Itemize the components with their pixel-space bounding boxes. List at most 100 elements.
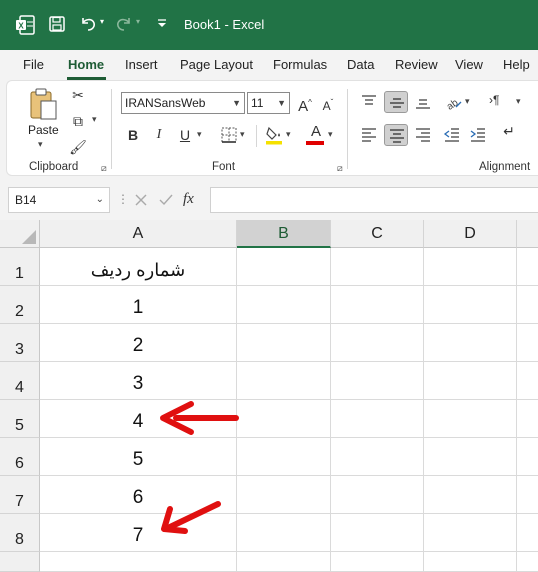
customize-qat-icon[interactable] xyxy=(156,17,168,29)
cell-b8[interactable] xyxy=(237,514,331,552)
save-icon[interactable] xyxy=(48,15,66,33)
column-header-d[interactable]: D xyxy=(424,220,517,248)
tab-home[interactable]: Home xyxy=(68,57,104,72)
cell-d8[interactable] xyxy=(424,514,517,552)
cell-d6[interactable] xyxy=(424,438,517,476)
orientation-dropdown-icon[interactable]: ▾ xyxy=(465,96,470,107)
worksheet-grid[interactable]: A B C D 1 شماره ردیف 2 1 3 2 4 3 5 4 6 5 7 6 8 7 xyxy=(0,220,538,572)
paste-icon[interactable] xyxy=(27,87,59,121)
cell-e9[interactable] xyxy=(517,552,538,572)
formula-input[interactable] xyxy=(210,187,538,213)
tab-formulas[interactable]: Formulas xyxy=(273,57,327,72)
wrap-text-icon[interactable]: ↵ xyxy=(499,123,519,140)
undo-dropdown-icon[interactable]: ▾ xyxy=(100,17,104,26)
cell-b5[interactable] xyxy=(237,400,331,438)
cell-b3[interactable] xyxy=(237,324,331,362)
align-top-icon[interactable] xyxy=(360,94,378,110)
font-color-icon[interactable]: A xyxy=(307,123,325,140)
row-header[interactable]: 4 xyxy=(0,362,40,400)
tab-insert[interactable]: Insert xyxy=(125,57,158,72)
cell-e2[interactable] xyxy=(517,286,538,324)
paste-dropdown-icon[interactable]: ▾ xyxy=(38,139,43,150)
tab-file[interactable]: File xyxy=(23,57,44,72)
decrease-font-size-icon[interactable]: Aˇ xyxy=(318,92,338,117)
cell-d7[interactable] xyxy=(424,476,517,514)
cell-a8[interactable]: 7 xyxy=(40,514,237,552)
cell-c8[interactable] xyxy=(331,514,424,552)
cell-a3[interactable]: 2 xyxy=(40,324,237,362)
orientation-icon[interactable]: ab xyxy=(443,93,463,111)
cell-c5[interactable] xyxy=(331,400,424,438)
column-header-c[interactable]: C xyxy=(331,220,424,248)
select-all-button[interactable] xyxy=(0,220,40,248)
underline-icon[interactable]: U xyxy=(176,124,194,146)
clipboard-launcher-icon[interactable]: ⧄ xyxy=(101,163,107,174)
cell-d5[interactable] xyxy=(424,400,517,438)
row-header[interactable]: 1 xyxy=(0,248,40,286)
decrease-indent-icon[interactable] xyxy=(443,127,461,143)
cell-d3[interactable] xyxy=(424,324,517,362)
cell-e5[interactable] xyxy=(517,400,538,438)
cell-a5[interactable]: 4 xyxy=(40,400,237,438)
cell-e4[interactable] xyxy=(517,362,538,400)
cell-c6[interactable] xyxy=(331,438,424,476)
cell-e7[interactable] xyxy=(517,476,538,514)
bold-icon[interactable]: B xyxy=(124,124,142,146)
font-name-combo[interactable]: IRANSansWeb ▼ xyxy=(121,92,245,114)
cell-a6[interactable]: 5 xyxy=(40,438,237,476)
align-left-icon[interactable] xyxy=(360,127,378,143)
copy-icon[interactable]: ⧉ xyxy=(67,110,89,132)
tab-data[interactable]: Data xyxy=(347,57,374,72)
increase-indent-icon[interactable] xyxy=(469,127,487,143)
cell-e8[interactable] xyxy=(517,514,538,552)
cell-c3[interactable] xyxy=(331,324,424,362)
cell-b7[interactable] xyxy=(237,476,331,514)
fill-color-dropdown-icon[interactable]: ▾ xyxy=(286,129,291,140)
column-header-e[interactable] xyxy=(517,220,538,248)
fill-color-icon[interactable] xyxy=(265,125,283,145)
insert-function-icon[interactable]: fx xyxy=(183,191,194,208)
cell-e3[interactable] xyxy=(517,324,538,362)
cell-a9[interactable] xyxy=(40,552,237,572)
cell-b9[interactable] xyxy=(237,552,331,572)
paste-label[interactable]: Paste xyxy=(28,123,59,137)
cell-c4[interactable] xyxy=(331,362,424,400)
row-header[interactable]: 2 xyxy=(0,286,40,324)
cell-d4[interactable] xyxy=(424,362,517,400)
cell-c1[interactable] xyxy=(331,248,424,286)
row-header[interactable]: 3 xyxy=(0,324,40,362)
cell-b2[interactable] xyxy=(237,286,331,324)
row-header[interactable]: 7 xyxy=(0,476,40,514)
cell-a7[interactable]: 6 xyxy=(40,476,237,514)
cell-a4[interactable]: 3 xyxy=(40,362,237,400)
cell-b6[interactable] xyxy=(237,438,331,476)
tab-help[interactable]: Help xyxy=(503,57,530,72)
row-header[interactable]: 8 xyxy=(0,514,40,552)
borders-icon[interactable] xyxy=(221,127,237,143)
name-box[interactable]: B14 ⌄ xyxy=(8,187,110,213)
underline-dropdown-icon[interactable]: ▾ xyxy=(197,129,202,140)
cell-e1[interactable] xyxy=(517,248,538,286)
cell-c2[interactable] xyxy=(331,286,424,324)
column-header-a[interactable]: A xyxy=(40,220,237,248)
borders-dropdown-icon[interactable]: ▾ xyxy=(240,129,245,140)
increase-font-size-icon[interactable]: A^ xyxy=(295,92,315,118)
font-color-dropdown-icon[interactable]: ▾ xyxy=(328,129,333,140)
align-bottom-icon[interactable] xyxy=(414,94,432,110)
cell-d2[interactable] xyxy=(424,286,517,324)
format-painter-icon[interactable]: 🖌 xyxy=(67,136,89,158)
text-direction-icon[interactable]: ›¶ xyxy=(489,93,499,107)
italic-icon[interactable]: I xyxy=(150,124,168,146)
cell-a2[interactable]: 1 xyxy=(40,286,237,324)
undo-icon[interactable] xyxy=(78,14,98,34)
tab-page-layout[interactable]: Page Layout xyxy=(180,57,253,72)
align-middle-button[interactable] xyxy=(384,91,408,113)
cell-d1[interactable] xyxy=(424,248,517,286)
cell-b1[interactable] xyxy=(237,248,331,286)
align-right-icon[interactable] xyxy=(414,127,432,143)
cell-a1[interactable]: شماره ردیف xyxy=(40,248,237,286)
align-center-button[interactable] xyxy=(384,124,408,146)
font-launcher-icon[interactable]: ⧄ xyxy=(337,163,343,174)
cell-c9[interactable] xyxy=(331,552,424,572)
row-header[interactable] xyxy=(0,552,40,572)
